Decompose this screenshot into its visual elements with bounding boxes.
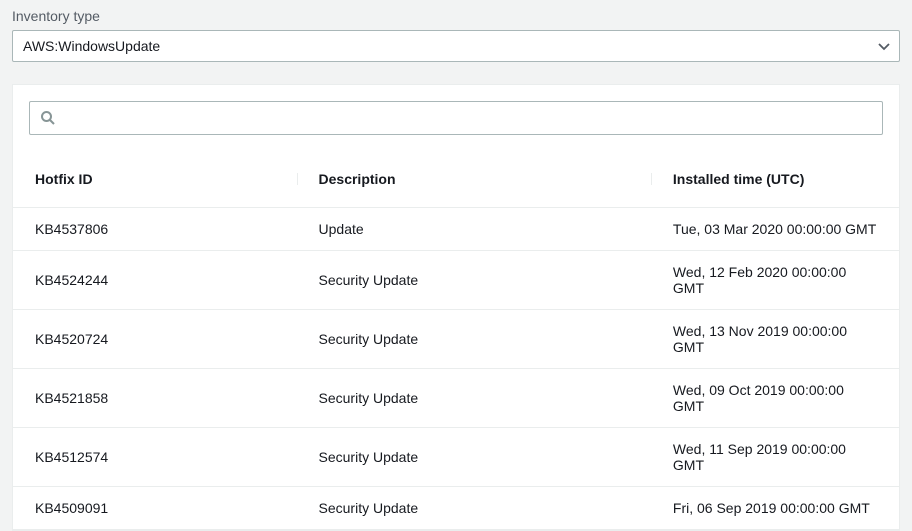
- inventory-type-label: Inventory type: [12, 8, 900, 24]
- header-hotfix-id[interactable]: Hotfix ID: [13, 151, 297, 208]
- cell-installed-time: Wed, 12 Feb 2020 00:00:00 GMT: [651, 251, 899, 310]
- search-input[interactable]: [64, 108, 872, 128]
- cell-hotfix-id: KB4512574: [13, 428, 297, 487]
- cell-installed-time: Wed, 11 Sep 2019 00:00:00 GMT: [651, 428, 899, 487]
- cell-description: Update: [297, 208, 651, 251]
- cell-description: Security Update: [297, 487, 651, 530]
- search-wrapper: [13, 85, 899, 151]
- table-row[interactable]: KB4512574Security UpdateWed, 11 Sep 2019…: [13, 428, 899, 487]
- cell-installed-time: Wed, 09 Oct 2019 00:00:00 GMT: [651, 369, 899, 428]
- table-row[interactable]: KB4524244Security UpdateWed, 12 Feb 2020…: [13, 251, 899, 310]
- search-icon: [40, 110, 56, 126]
- table-row[interactable]: KB4509091Security UpdateFri, 06 Sep 2019…: [13, 487, 899, 530]
- table-header-row: Hotfix ID Description Installed time (UT…: [13, 151, 899, 208]
- cell-description: Security Update: [297, 369, 651, 428]
- results-panel: Hotfix ID Description Installed time (UT…: [12, 84, 900, 531]
- table-row[interactable]: KB4521858Security UpdateWed, 09 Oct 2019…: [13, 369, 899, 428]
- header-installed-time[interactable]: Installed time (UTC): [651, 151, 899, 208]
- cell-installed-time: Wed, 13 Nov 2019 00:00:00 GMT: [651, 310, 899, 369]
- cell-hotfix-id: KB4524244: [13, 251, 297, 310]
- search-box[interactable]: [29, 101, 883, 135]
- inventory-type-select[interactable]: AWS:WindowsUpdate: [12, 30, 900, 62]
- table-row[interactable]: KB4520724Security UpdateWed, 13 Nov 2019…: [13, 310, 899, 369]
- cell-description: Security Update: [297, 428, 651, 487]
- table-row[interactable]: KB4537806UpdateTue, 03 Mar 2020 00:00:00…: [13, 208, 899, 251]
- cell-hotfix-id: KB4521858: [13, 369, 297, 428]
- cell-installed-time: Fri, 06 Sep 2019 00:00:00 GMT: [651, 487, 899, 530]
- inventory-section: Inventory type AWS:WindowsUpdate Hotfix …: [0, 0, 912, 531]
- cell-hotfix-id: KB4520724: [13, 310, 297, 369]
- cell-hotfix-id: KB4509091: [13, 487, 297, 530]
- cell-hotfix-id: KB4537806: [13, 208, 297, 251]
- inventory-type-value: AWS:WindowsUpdate: [23, 38, 160, 54]
- header-description[interactable]: Description: [297, 151, 651, 208]
- cell-description: Security Update: [297, 251, 651, 310]
- cell-description: Security Update: [297, 310, 651, 369]
- updates-table: Hotfix ID Description Installed time (UT…: [13, 151, 899, 530]
- cell-installed-time: Tue, 03 Mar 2020 00:00:00 GMT: [651, 208, 899, 251]
